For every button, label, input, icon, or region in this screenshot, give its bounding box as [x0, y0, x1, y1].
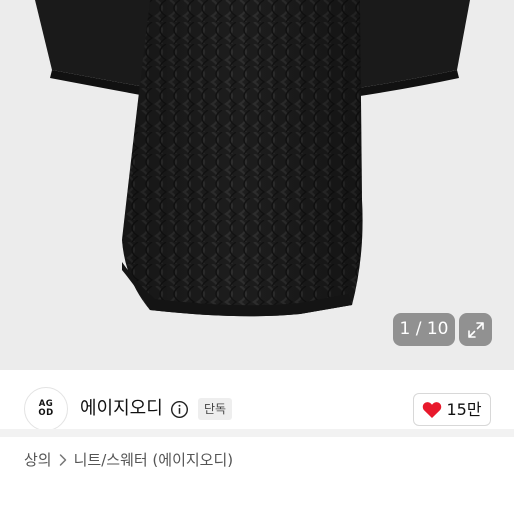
expand-image-button[interactable]: [459, 313, 492, 346]
image-counter: 1 / 10: [393, 313, 455, 346]
breadcrumb: 상의 니트/스웨터 (에이지오디): [24, 449, 233, 471]
section-divider: [0, 429, 514, 437]
breadcrumb-category[interactable]: 상의: [24, 449, 52, 471]
exclusive-badge: 단독: [198, 398, 233, 420]
expand-arrows-icon: [467, 321, 484, 338]
product-image-gallery[interactable]: 1 / 10: [0, 0, 514, 370]
breadcrumb-subcategory[interactable]: 니트/스웨터 (에이지오디): [74, 449, 234, 471]
like-count: 15만: [446, 399, 482, 419]
chevron-right-icon: [59, 454, 66, 466]
heart-icon: [423, 401, 442, 418]
like-button[interactable]: 15만: [413, 393, 491, 426]
shop-logo[interactable]: AG OD: [24, 387, 68, 431]
shop-logo-text-bottom: OD: [38, 408, 54, 418]
info-circle-icon[interactable]: [170, 400, 189, 419]
shop-name-link[interactable]: 에이지오디: [80, 397, 163, 421]
